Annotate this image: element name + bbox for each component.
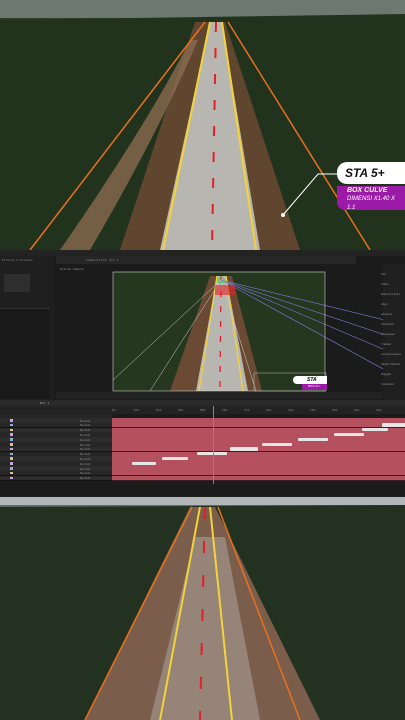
layer-color-label[interactable] (10, 452, 13, 456)
ruler-tick-label: 14s (266, 408, 272, 412)
right-panel-item[interactable]: Character (381, 322, 403, 326)
right-panel-item[interactable]: Effects & Pres (381, 292, 403, 296)
comp-station-label: STA (293, 376, 327, 384)
right-panel-item[interactable]: Info (381, 272, 403, 276)
status-bar (0, 484, 405, 497)
ruler-tick-label: 24s (376, 408, 382, 412)
ruler-tick-label: 08s (200, 408, 206, 412)
box-subtitle: DIMENSI X1.40 X 1.1 (347, 196, 396, 211)
layer-in-out-segment[interactable] (230, 447, 258, 451)
ruler-tick-label: 22s (354, 408, 360, 412)
right-panel-item[interactable]: Paragraph (381, 332, 403, 336)
box-title: BOX CULVE (347, 187, 388, 194)
layer-in-out-segment[interactable] (334, 433, 364, 437)
layer-in-out-segment[interactable] (362, 428, 388, 432)
ruler-tick-label: 10s (222, 408, 228, 412)
layer-in-out-segment[interactable] (132, 461, 156, 466)
right-panel-item[interactable]: Wiggler (381, 372, 403, 376)
ruler-tick-label: 04s (156, 408, 162, 412)
right-panel-item[interactable]: Libraries (381, 312, 403, 316)
station-callout: STA 5+ BOX CULVE DIMENSI X1.40 X 1.1 (337, 162, 405, 211)
road-aerial-scene (0, 0, 405, 250)
layer-color-label[interactable] (10, 443, 13, 446)
ruler-tick-label: 20s (332, 408, 338, 412)
red-keypoints (215, 285, 235, 295)
ruler-tick-label: 0s (112, 408, 116, 412)
viewer-toolbar[interactable] (56, 392, 382, 399)
right-panel-item[interactable]: Tracker (381, 342, 403, 346)
layer-color-label[interactable] (10, 423, 13, 427)
layer-color-label[interactable] (10, 471, 13, 475)
ruler-tick-label: 16s (288, 408, 294, 412)
layer-row[interactable]: Normal (0, 475, 112, 482)
layer-track-bar[interactable] (112, 475, 405, 482)
bottom-footage-panel (0, 497, 405, 720)
layer-color-label[interactable] (10, 419, 13, 422)
layer-color-label[interactable] (10, 457, 13, 460)
playhead[interactable] (213, 406, 214, 484)
layer-color-label[interactable] (10, 476, 13, 480)
ruler-tick-label: 18s (310, 408, 316, 412)
layer-stack[interactable]: Normal Normal Normal Normal Normal Normal Norm… (0, 418, 405, 482)
layer-color-label[interactable] (10, 433, 13, 436)
right-panel-item[interactable]: Motion Sketch (381, 362, 403, 366)
timeline-ruler[interactable]: 0s 02s 04s 06s 08s 10s 12s 14s 16s 18s 20s 22s 24s (0, 406, 405, 414)
layer-mode[interactable]: Normal (80, 476, 91, 480)
layer-in-out-segment[interactable] (298, 437, 328, 442)
editor-window: Effects & Presets Composition: Ecu 1 Act… (0, 250, 405, 497)
right-panel-item[interactable]: Align (381, 302, 403, 306)
layer-color-label[interactable] (10, 428, 13, 432)
right-panel-item[interactable]: Smoother (381, 382, 403, 386)
layer-in-out-segment[interactable] (382, 423, 405, 427)
station-label: STA 5+ (337, 162, 405, 184)
construction-aerial-scene (0, 497, 405, 720)
layer-color-label[interactable] (10, 447, 13, 451)
comp-box-label: BOX CU (302, 384, 327, 390)
layer-color-label[interactable] (10, 462, 13, 465)
callout-dot (281, 213, 285, 217)
tab-timeline[interactable]: Ecu 1 (40, 401, 49, 405)
top-footage-panel: STA 5+ BOX CULVE DIMENSI X1.40 X 1.1 (0, 0, 405, 250)
layer-in-out-segment[interactable] (162, 457, 188, 461)
layer-in-out-segment[interactable] (197, 452, 227, 456)
layer-in-out-segment[interactable] (262, 442, 292, 446)
layer-color-label[interactable] (10, 438, 13, 441)
ruler-tick-label: 06s (178, 408, 184, 412)
right-panel-item[interactable]: Audio (381, 282, 403, 286)
layer-color-label[interactable] (10, 467, 13, 470)
right-panel-item[interactable]: Content-Aware (381, 352, 403, 356)
composition-viewer[interactable] (0, 250, 405, 400)
box-culvert-label: BOX CULVE DIMENSI X1.40 X 1.1 (337, 186, 405, 211)
ruler-tick-label: 02s (134, 408, 140, 412)
ruler-tick-label: 12s (244, 408, 250, 412)
